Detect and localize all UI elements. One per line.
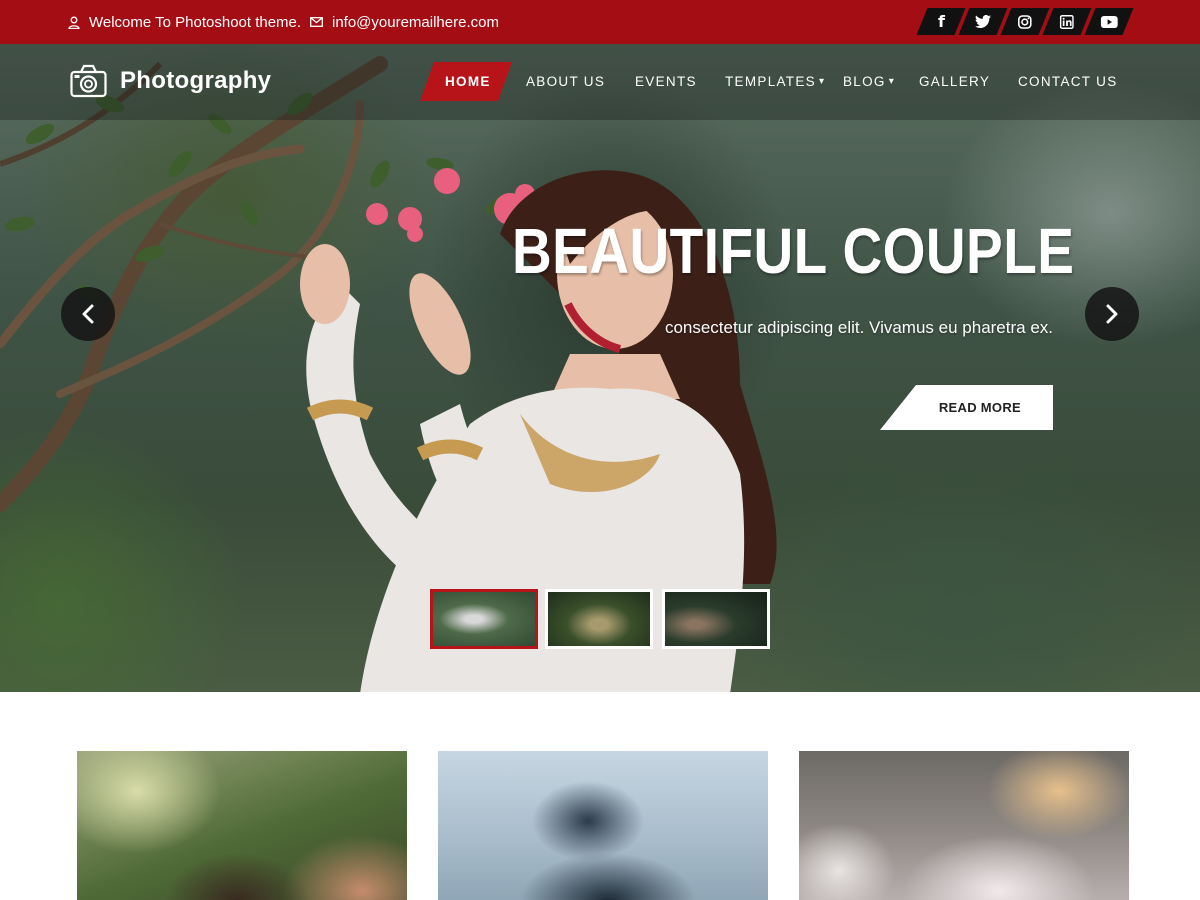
chevron-left-icon [82, 304, 94, 324]
slide-thumbnail-2[interactable] [545, 589, 653, 649]
hero-slider: BEAUTIFUL COUPLE consectetur adipiscing … [0, 44, 1200, 692]
menu-item-blog-label: BLOG [843, 73, 886, 89]
menu-item-blog[interactable]: BLOG ▾ [843, 62, 895, 100]
slide-subtitle: consectetur adipiscing elit. Vivamus eu … [664, 318, 1053, 337]
slide-thumbnail-3[interactable] [662, 589, 770, 649]
instagram-button[interactable] [1000, 8, 1050, 35]
linkedin-button[interactable] [1042, 8, 1092, 35]
slide-thumbnail-1[interactable] [430, 589, 538, 649]
top-bar: Welcome To Photoshoot theme. info@yourem… [0, 0, 1200, 44]
slide-title: BEAUTIFUL COUPLE [512, 215, 1075, 287]
youtube-button[interactable] [1084, 8, 1134, 35]
post-card-image-couple[interactable] [77, 751, 407, 900]
post-card-image-cupcakes[interactable] [799, 751, 1129, 900]
linkedin-icon [1060, 14, 1074, 29]
menu-item-templates-label: TEMPLATES [725, 73, 816, 89]
read-more-label: READ MORE [938, 400, 1021, 415]
email-contact[interactable]: info@youremailhere.com [310, 0, 499, 44]
twitter-button[interactable] [958, 8, 1008, 35]
main-header: Photography HOME ABOUT US EVENTS TEMPLAT… [0, 44, 1200, 120]
site-logo[interactable]: Photography [70, 64, 271, 98]
youtube-icon [1100, 15, 1118, 28]
menu-item-contact-us[interactable]: CONTACT US [1018, 62, 1118, 100]
welcome-message: Welcome To Photoshoot theme. [68, 0, 301, 44]
welcome-text: Welcome To Photoshoot theme. [89, 13, 302, 31]
menu-item-home[interactable]: HOME [445, 62, 491, 100]
social-links: f [916, 8, 1134, 35]
chevron-right-icon [1106, 304, 1118, 324]
facebook-icon: f [937, 12, 945, 31]
slider-next-button[interactable] [1085, 287, 1139, 341]
menu-item-events[interactable]: EVENTS [635, 62, 697, 100]
chevron-down-icon: ▾ [818, 75, 826, 87]
menu-item-gallery[interactable]: GALLERY [919, 62, 990, 100]
email-link[interactable]: info@youremailhere.com [332, 14, 499, 31]
menu-item-about-us[interactable]: ABOUT US [526, 62, 605, 100]
post-card-image-photographer[interactable] [438, 751, 768, 900]
envelope-icon [310, 17, 323, 27]
slider-prev-button[interactable] [61, 287, 115, 341]
user-icon [68, 16, 80, 29]
menu-item-templates[interactable]: TEMPLATES ▾ [725, 62, 825, 100]
site-title: Photography [120, 67, 272, 94]
camera-icon [70, 64, 107, 98]
chevron-down-icon: ▾ [888, 75, 896, 87]
instagram-icon [1018, 14, 1032, 29]
facebook-button[interactable]: f [916, 8, 966, 35]
twitter-icon [975, 15, 991, 28]
